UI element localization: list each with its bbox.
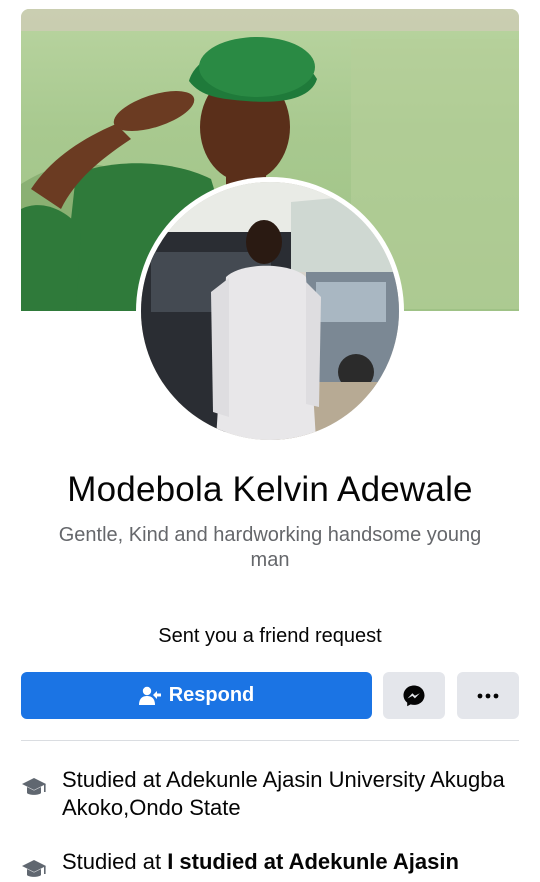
education-text: Studied at I studied at Adekunle Ajasin bbox=[62, 848, 512, 876]
profile-photo-illustration bbox=[141, 182, 399, 440]
respond-label: Respond bbox=[168, 684, 255, 706]
message-button[interactable] bbox=[383, 672, 445, 719]
profile-bio: Gentle, Kind and hardworking handsome yo… bbox=[58, 524, 482, 571]
person-reply-icon bbox=[138, 686, 161, 705]
graduation-cap-icon bbox=[22, 860, 46, 877]
respond-button[interactable]: Respond bbox=[21, 672, 372, 719]
more-dots-icon bbox=[477, 693, 499, 698]
education-school: I studied at Adekunle Ajasin bbox=[167, 849, 459, 874]
education-prefix: Studied at bbox=[62, 849, 168, 874]
messenger-icon bbox=[403, 685, 425, 706]
section-divider bbox=[21, 740, 519, 741]
education-text: Studied at Adekunle Ajasin University Ak… bbox=[62, 767, 505, 820]
profile-picture-image bbox=[141, 182, 399, 440]
profile-name: Modebola Kelvin Adewale bbox=[67, 470, 473, 509]
more-options-button[interactable] bbox=[457, 672, 519, 719]
graduation-cap-icon bbox=[22, 778, 46, 795]
friend-request-status: Sent you a friend request bbox=[158, 625, 382, 647]
profile-picture[interactable] bbox=[136, 177, 404, 445]
